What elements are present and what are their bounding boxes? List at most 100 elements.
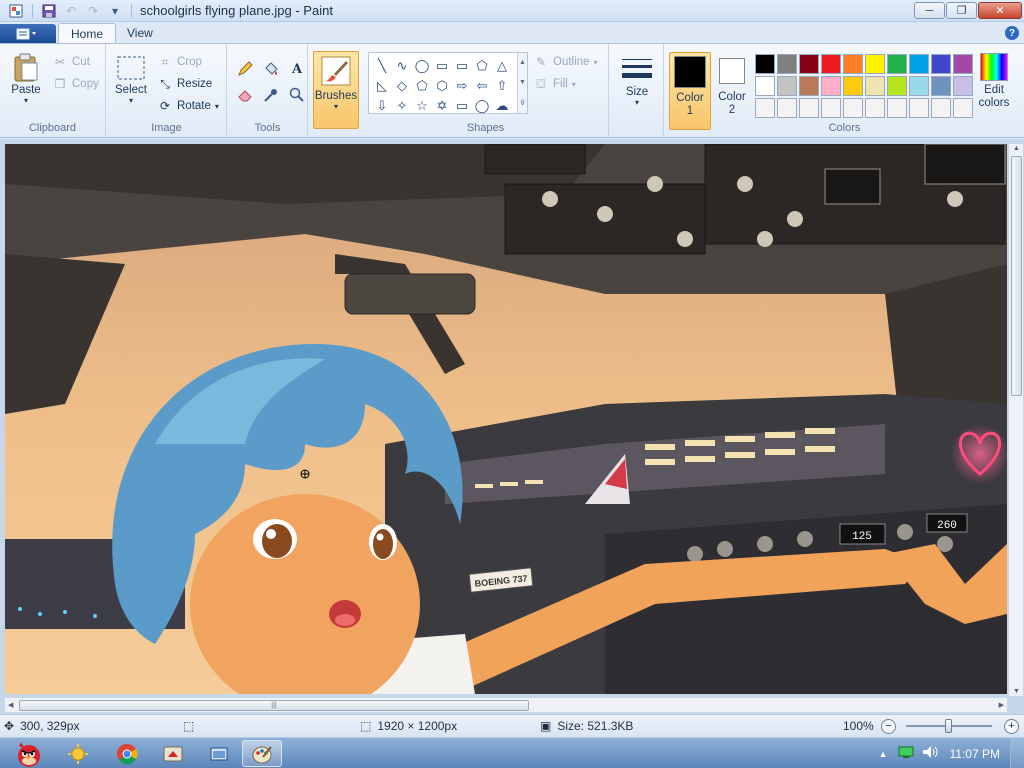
maximize-button[interactable]: ❐ — [946, 2, 977, 19]
taskbar-weather-app[interactable] — [58, 740, 98, 767]
palette-swatch[interactable] — [777, 98, 797, 118]
vertical-scrollbar[interactable]: ▲ ▼ — [1008, 144, 1023, 696]
select-button[interactable]: Select ▾ — [113, 52, 149, 105]
minimize-button[interactable]: ─ — [914, 2, 945, 19]
close-button[interactable]: ✕ — [978, 2, 1022, 19]
shapes-more-icon[interactable]: ⊽ — [520, 99, 525, 107]
zoom-slider[interactable] — [906, 719, 992, 733]
palette-swatch[interactable] — [843, 54, 863, 74]
show-hidden-icons-icon[interactable]: ▲ — [879, 749, 888, 759]
shape-item[interactable]: ⇨ — [452, 76, 472, 96]
palette-swatch[interactable] — [931, 98, 951, 118]
shape-item[interactable]: ◯ — [472, 96, 492, 116]
palette-swatch[interactable] — [755, 54, 775, 74]
copy-button[interactable]: ❐ Copy — [52, 75, 99, 93]
shape-item[interactable]: ▭ — [452, 96, 472, 116]
shape-item[interactable]: ▭ — [432, 56, 452, 76]
taskbar-window-switcher[interactable] — [199, 740, 239, 767]
shapes-scroll-up-icon[interactable]: ▲ — [519, 59, 526, 66]
taskbar-chrome[interactable] — [107, 740, 147, 767]
scroll-up-arrow-icon[interactable]: ▲ — [1013, 145, 1020, 152]
palette-swatch[interactable] — [887, 54, 907, 74]
palette-swatch[interactable] — [865, 54, 885, 74]
clock[interactable]: 11:07 PM — [950, 747, 1000, 761]
shape-item[interactable]: ╲ — [372, 56, 392, 76]
scroll-left-arrow-icon[interactable]: ◀ — [8, 701, 13, 709]
shape-item[interactable]: ▭ — [452, 56, 472, 76]
shape-item[interactable]: ◺ — [372, 76, 392, 96]
shape-item[interactable]: ⇩ — [372, 96, 392, 116]
palette-swatch[interactable] — [887, 76, 907, 96]
start-button[interactable] — [4, 740, 54, 767]
help-icon[interactable]: ? — [1005, 26, 1019, 40]
palette-swatch[interactable] — [865, 76, 885, 96]
color-1-button[interactable]: Color 1 — [669, 52, 711, 130]
shape-item[interactable]: ⇦ — [472, 76, 492, 96]
size-button[interactable]: Size ▾ — [618, 54, 656, 107]
palette-swatch[interactable] — [931, 54, 951, 74]
palette-swatch[interactable] — [755, 98, 775, 118]
taskbar-paint[interactable] — [242, 740, 282, 767]
palette-swatch[interactable] — [909, 98, 929, 118]
shape-item[interactable]: ⬠ — [412, 76, 432, 96]
shape-item[interactable]: ⬡ — [432, 76, 452, 96]
palette-swatch[interactable] — [953, 76, 973, 96]
shapes-scrollbar[interactable]: ▲ ▼ ⊽ — [517, 53, 527, 113]
palette-swatch[interactable] — [887, 98, 907, 118]
customize-qat-icon[interactable]: ▾ — [105, 2, 125, 20]
paint-menu-button[interactable] — [0, 24, 56, 43]
color-2-button[interactable]: Color 2 — [714, 52, 750, 130]
zoom-slider-knob[interactable] — [945, 719, 952, 733]
palette-swatch[interactable] — [843, 76, 863, 96]
resize-button[interactable]: ⤡ Resize — [157, 75, 212, 93]
network-icon[interactable] — [898, 745, 914, 762]
palette-swatch[interactable] — [799, 54, 819, 74]
redo-icon[interactable]: ↷ — [83, 2, 103, 20]
palette-swatch[interactable] — [821, 76, 841, 96]
color-picker-icon[interactable] — [260, 84, 282, 106]
taskbar-media-app[interactable] — [153, 740, 193, 767]
palette-swatch[interactable] — [799, 76, 819, 96]
shape-item[interactable]: ⇧ — [492, 76, 512, 96]
shape-item[interactable]: ◇ — [392, 76, 412, 96]
rotate-button[interactable]: ⟳ Rotate ▾ — [157, 97, 219, 115]
save-icon[interactable] — [39, 2, 59, 20]
tab-home[interactable]: Home — [58, 23, 117, 44]
palette-swatch[interactable] — [931, 76, 951, 96]
palette-swatch[interactable] — [843, 98, 863, 118]
scroll-down-arrow-icon[interactable]: ▼ — [1013, 688, 1020, 695]
outline-button[interactable]: ✎ Outline ▾ — [533, 53, 597, 71]
shape-item[interactable]: △ — [492, 56, 512, 76]
vertical-scroll-thumb[interactable] — [1011, 156, 1022, 396]
crop-button[interactable]: ⌗ Crop — [157, 53, 202, 71]
pencil-icon[interactable] — [234, 58, 256, 80]
show-desktop-button[interactable] — [1010, 738, 1024, 768]
zoom-out-button[interactable]: − — [881, 719, 896, 734]
palette-swatch[interactable] — [821, 54, 841, 74]
palette-swatch[interactable] — [909, 54, 929, 74]
tab-view[interactable]: View — [115, 23, 165, 44]
fill-button[interactable]: ⛋ Fill ▾ — [533, 75, 575, 93]
shape-item[interactable]: ✡ — [432, 96, 452, 116]
zoom-in-button[interactable]: + — [1004, 719, 1019, 734]
paint-app-icon[interactable] — [6, 2, 26, 20]
edit-colors-button[interactable]: Edit colors — [976, 53, 1012, 110]
image-canvas[interactable]: 125 260 BOEING 737 — [5, 144, 1007, 694]
palette-swatch[interactable] — [777, 54, 797, 74]
shapes-scroll-down-icon[interactable]: ▼ — [519, 79, 526, 86]
palette-swatch[interactable] — [799, 98, 819, 118]
horizontal-scrollbar[interactable]: ◀ ||| ▶ — [5, 697, 1007, 712]
palette-swatch[interactable] — [865, 98, 885, 118]
brushes-button[interactable]: Brushes ▾ — [313, 51, 359, 129]
magnifier-icon[interactable] — [286, 84, 308, 106]
palette-swatch[interactable] — [777, 76, 797, 96]
paste-button[interactable]: Paste ▾ — [6, 52, 46, 105]
shape-item[interactable]: ⬠ — [472, 56, 492, 76]
scroll-right-arrow-icon[interactable]: ▶ — [999, 701, 1004, 709]
text-tool-icon[interactable]: A — [286, 58, 308, 80]
undo-icon[interactable]: ↶ — [61, 2, 81, 20]
volume-icon[interactable] — [922, 745, 938, 762]
palette-swatch[interactable] — [755, 76, 775, 96]
shape-item[interactable]: ☁ — [492, 96, 512, 116]
fill-bucket-icon[interactable] — [260, 58, 282, 80]
